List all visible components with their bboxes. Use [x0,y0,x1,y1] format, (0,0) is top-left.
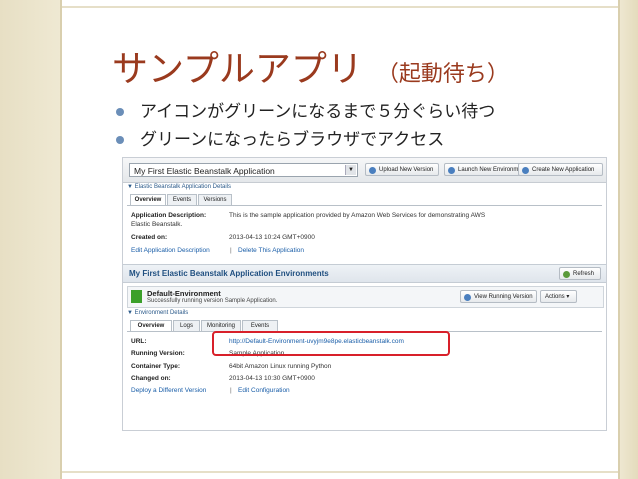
view-running-label: View Running Version [474,294,533,300]
environments-title: My First Elastic Beanstalk Application E… [129,269,329,278]
chevron-down-icon[interactable]: ▼ [345,165,356,175]
upload-version-label: Upload New Version [379,167,434,173]
application-select-value: My First Elastic Beanstalk Application [134,166,275,176]
bullet-text: グリーンになったらブラウザでアクセス [140,130,445,150]
bottom-decor-line [62,471,618,473]
create-application-label: Create New Application [532,167,595,173]
container-type-value: 64bit Amazon Linux running Python [229,363,332,370]
create-application-button[interactable]: Create New Application [518,163,603,176]
tab-events[interactable]: Events [167,194,197,205]
environments-header: My First Elastic Beanstalk Application E… [123,264,606,283]
upload-icon [369,167,376,174]
url-label: URL: [131,338,147,345]
changed-on-value: 2013-04-13 10:30 GMT+0900 [229,375,315,382]
description-value-cont: Elastic Beanstalk. [131,221,183,228]
tab-env-events[interactable]: Events [242,320,278,331]
application-select[interactable]: My First Elastic Beanstalk Application ▼ [129,163,358,177]
url-highlight-box [212,331,450,356]
env-details-tabs: Overview Logs Monitoring Events [130,320,290,332]
launch-icon [448,167,455,174]
slide-title-sub: （起動待ち） [376,62,509,87]
link-separator: | [230,247,232,254]
tab-monitoring[interactable]: Monitoring [201,320,241,331]
refresh-icon [563,271,570,278]
create-icon [522,167,529,174]
bullet-item: グリーンになったらブラウザでアクセス [112,126,495,154]
changed-on-label: Changed on: [131,375,171,382]
actions-label: Actions ▾ [545,294,570,300]
console-toolbar: My First Elastic Beanstalk Application ▼… [123,158,606,183]
slide-title: サンプルアプリ （起動待ち） [112,40,509,92]
description-label: Application Description: [131,212,207,219]
refresh-label: Refresh [573,271,595,277]
top-decor-line [62,6,618,8]
slide-title-main: サンプルアプリ [112,49,363,90]
view-running-version-button[interactable]: View Running Version [460,290,537,303]
env-link-separator: | [230,387,232,394]
delete-application-link[interactable]: Delete This Application [238,247,304,254]
deploy-version-link[interactable]: Deploy a Different Version [131,387,206,394]
right-decor-bar [618,0,638,479]
environment-row[interactable]: Default-Environment Successfully running… [127,286,604,308]
description-value: This is the sample application provided … [229,212,486,219]
created-label: Created on: [131,234,168,241]
tab-logs[interactable]: Logs [173,320,200,331]
environment-status-text: Successfully running version Sample Appl… [147,298,278,304]
refresh-button[interactable]: Refresh [559,267,601,280]
upload-version-button[interactable]: Upload New Version [365,163,439,176]
launch-environment-label: Launch New Environment [458,167,527,173]
environment-name: Default-Environment [147,289,221,298]
env-details-header[interactable]: ▼ Environment Details [127,309,602,318]
edit-description-link[interactable]: Edit Application Description [131,247,210,254]
view-icon [464,294,471,301]
app-details-tabs: Overview Events Versions [130,194,250,206]
bullet-dot-icon [116,136,124,144]
actions-menu-button[interactable]: Actions ▾ [540,290,577,303]
left-decor-bar [0,0,62,479]
app-details-header[interactable]: ▼ Elastic Beanstalk Application Details [127,183,602,192]
container-type-label: Container Type: [131,363,180,370]
created-value: 2013-04-13 10:24 GMT+0900 [229,234,315,241]
bullet-item: アイコンがグリーンになるまで５分ぐらい待つ [112,98,495,126]
environment-status-icon [131,290,142,303]
bullet-dot-icon [116,108,124,116]
tab-versions[interactable]: Versions [198,194,232,205]
tab-divider [127,205,602,206]
bullet-list: アイコンがグリーンになるまで５分ぐらい待つ グリーンになったらブラウザでアクセス [112,98,495,154]
running-version-label: Running Version: [131,350,185,357]
bullet-text: アイコンがグリーンになるまで５分ぐらい待つ [140,102,496,122]
console-screenshot: My First Elastic Beanstalk Application ▼… [122,157,607,431]
edit-configuration-link[interactable]: Edit Configuration [238,387,290,394]
